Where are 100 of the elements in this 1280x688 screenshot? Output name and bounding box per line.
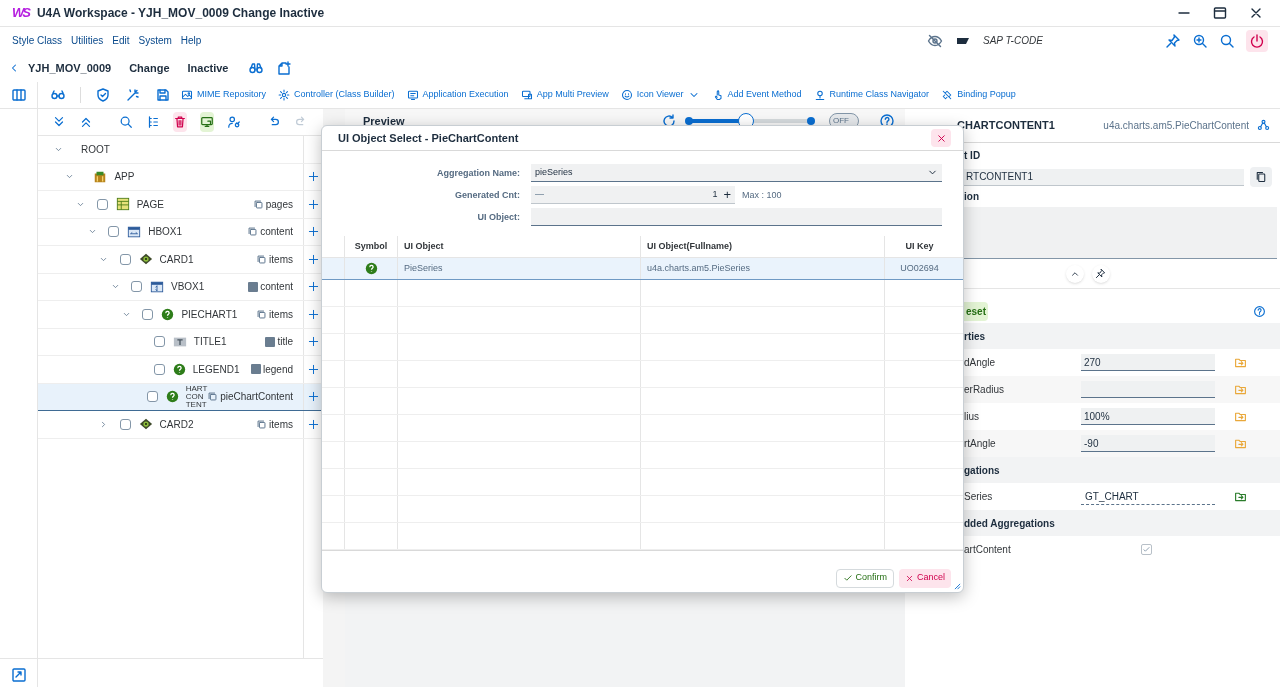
checkbox[interactable] [153, 336, 165, 348]
cancel-button[interactable]: Cancel [899, 568, 951, 588]
add-icon[interactable] [308, 363, 319, 375]
eye-off-icon[interactable] [927, 32, 943, 49]
shield-icon[interactable] [95, 87, 111, 103]
checkbox[interactable] [142, 308, 154, 320]
add-icon[interactable] [308, 198, 319, 210]
pin-icon[interactable] [1165, 32, 1181, 49]
power-button[interactable] [1246, 29, 1268, 52]
table-cell: u4a.charts.am5.PieSeries [647, 262, 751, 276]
menu-item[interactable]: Help [180, 33, 202, 48]
checkbox[interactable] [153, 363, 165, 375]
save-icon[interactable] [155, 87, 171, 103]
checkbox[interactable] [119, 253, 131, 265]
help-symbol-icon [364, 262, 378, 276]
help-icon[interactable] [1253, 304, 1266, 318]
page-icon [115, 197, 130, 212]
user-icon[interactable] [227, 115, 241, 129]
property-field[interactable]: 100% [1081, 408, 1215, 425]
maximize-icon[interactable] [1212, 5, 1228, 21]
property-field[interactable] [1081, 381, 1215, 398]
confirm-button[interactable]: Confirm [836, 568, 894, 588]
property-label: artContent [964, 543, 1012, 557]
program-name: YJH_MOV_0009 [28, 60, 112, 76]
checkbox[interactable] [96, 198, 108, 210]
delete-button[interactable] [173, 112, 187, 132]
search-icon[interactable] [119, 115, 133, 129]
display-button[interactable] [200, 112, 214, 132]
add-icon[interactable] [308, 418, 319, 430]
zoom-in-icon[interactable] [1192, 32, 1208, 49]
menu-item[interactable]: System [138, 33, 172, 48]
toolbar-button[interactable]: Icon Viewer [620, 88, 700, 102]
ui-object-field[interactable] [531, 208, 942, 227]
field-label: ion [964, 190, 980, 204]
toolbar-button[interactable]: Application Execution [406, 88, 509, 102]
add-icon[interactable] [308, 391, 319, 403]
folder-icon[interactable] [1234, 490, 1247, 503]
menu-item[interactable]: Utilities [71, 33, 104, 48]
checkbox[interactable] [108, 226, 120, 238]
node-label: PAGE [136, 197, 164, 212]
field-label: Aggregation Name: [436, 166, 521, 180]
expand-all-icon[interactable] [52, 115, 66, 129]
add-icon[interactable] [308, 171, 319, 183]
checkbox[interactable] [146, 391, 158, 403]
close-button[interactable] [931, 129, 951, 148]
property-field[interactable]: 270 [1081, 354, 1215, 371]
display-icon [200, 115, 214, 129]
toolbar-button[interactable]: Binding Popup [941, 88, 1016, 102]
columns-icon[interactable] [10, 87, 27, 103]
tree-row[interactable]: HART CON TENT pieChartContent [38, 383, 323, 411]
property-field[interactable]: -90 [1081, 435, 1215, 452]
count-stepper[interactable]: — 1 + [531, 186, 735, 205]
menu-item[interactable]: Edit [112, 33, 130, 48]
export-icon[interactable] [10, 667, 27, 683]
binoculars-icon[interactable] [248, 60, 265, 76]
tree-list-icon[interactable] [146, 115, 160, 129]
node-label: HART CON TENT [185, 384, 208, 409]
smiley-icon [620, 89, 633, 101]
toolbar-button[interactable]: Runtime Class Navigator [813, 88, 930, 102]
table-cell: UO02694 [900, 262, 939, 276]
property-label: rtAngle [964, 437, 997, 451]
search-icon[interactable] [1219, 32, 1235, 49]
node-label: PIECHART1 [181, 307, 238, 322]
magic-wand-icon[interactable] [125, 87, 141, 103]
checkbox[interactable] [131, 281, 142, 293]
gear-icon [278, 89, 291, 101]
toolbar-button[interactable]: App Multi Preview [520, 88, 609, 102]
pin-button[interactable] [1091, 264, 1110, 283]
checkbox[interactable] [1141, 544, 1152, 555]
toolbar-button[interactable]: Controller (Class Builder) [278, 88, 395, 102]
resize-handle-icon[interactable] [954, 583, 961, 590]
aggregation-label: title [277, 335, 293, 350]
toolbar-button[interactable]: Add Event Method [711, 88, 802, 102]
chart-icon [165, 390, 179, 404]
unlink-icon [941, 89, 954, 101]
add-icon[interactable] [308, 336, 319, 348]
binding-field[interactable]: GT_CHART [1081, 488, 1215, 505]
collapse-all-icon[interactable] [79, 115, 93, 129]
menu-item[interactable]: Style Class [12, 33, 62, 48]
chart-icon [172, 362, 186, 376]
nodes-icon[interactable] [1257, 119, 1270, 132]
add-icon[interactable] [308, 226, 319, 238]
reset-button[interactable]: eset [964, 301, 988, 321]
new-document-icon[interactable] [276, 60, 293, 76]
table-cell: PieSeries [404, 262, 443, 276]
checkbox[interactable] [119, 418, 131, 430]
add-icon[interactable] [308, 281, 319, 293]
copy-button[interactable] [1250, 167, 1272, 187]
description-field[interactable] [964, 207, 1277, 259]
aggregation-select[interactable]: pieSeries [531, 164, 942, 183]
mode-label: Change [129, 60, 170, 76]
aggregation-label: content [260, 280, 293, 295]
table-row[interactable]: PieSeries u4a.charts.am5.PieSeries UO02694 [322, 258, 963, 281]
add-icon[interactable] [308, 308, 319, 320]
node-label: APP [114, 170, 135, 185]
add-icon[interactable] [308, 253, 319, 265]
tcode-field[interactable]: SAP T-CODE [983, 33, 1113, 48]
toolbar-button[interactable]: MIME Repository [181, 88, 267, 102]
power-icon [1249, 32, 1265, 49]
id-field[interactable]: RTCONTENT1 [964, 168, 1244, 186]
